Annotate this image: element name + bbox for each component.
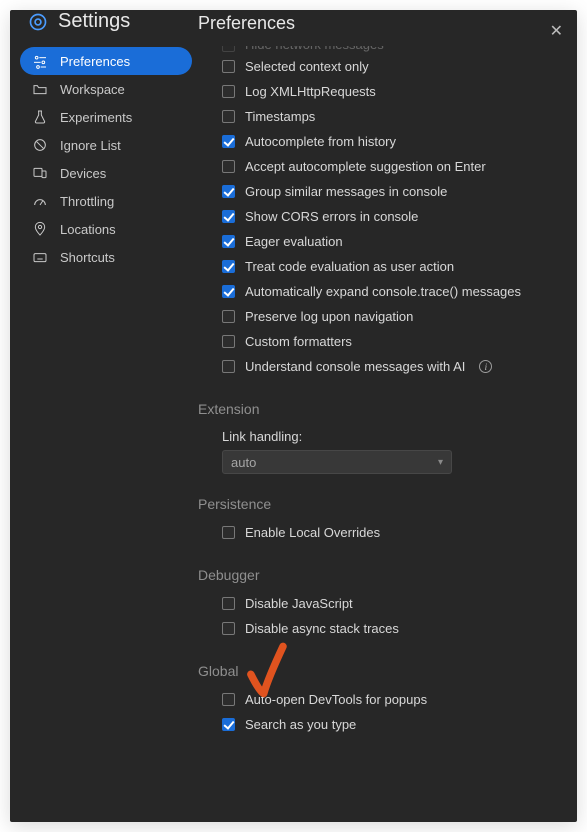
section-title-persistence: Persistence	[198, 496, 563, 512]
checkbox[interactable]	[222, 235, 235, 248]
field-label-link-handling: Link handling:	[198, 425, 563, 450]
option-label: Preserve log upon navigation	[245, 309, 413, 324]
sidebar-item-preferences[interactable]: Preferences	[20, 47, 192, 75]
option-row[interactable]: Eager evaluation	[198, 229, 563, 254]
option-row[interactable]: Log XMLHttpRequests	[198, 79, 563, 104]
sidebar-item-label: Throttling	[60, 194, 114, 209]
option-row[interactable]: Disable JavaScript	[198, 591, 563, 616]
option-label: Eager evaluation	[245, 234, 343, 249]
option-row[interactable]: Disable async stack traces	[198, 616, 563, 641]
sidebar-item-label: Ignore List	[60, 138, 121, 153]
sidebar-item-label: Devices	[60, 166, 106, 181]
sidebar-item-label: Experiments	[60, 110, 132, 125]
section-title-extension: Extension	[198, 401, 563, 417]
checkbox[interactable]	[222, 60, 235, 73]
sidebar-item-devices[interactable]: Devices	[20, 159, 192, 187]
link-handling-select[interactable]: auto ▾	[222, 450, 452, 474]
option-row[interactable]: Selected context only	[198, 54, 563, 79]
sidebar-item-label: Workspace	[60, 82, 125, 97]
option-row[interactable]: Auto-open DevTools for popups	[198, 687, 563, 712]
option-row[interactable]: Understand console messages with AI i	[198, 354, 563, 379]
option-row[interactable]: Treat code evaluation as user action	[198, 254, 563, 279]
shortcuts-icon	[32, 249, 48, 265]
chevron-down-icon: ▾	[438, 457, 443, 468]
option-row[interactable]: Group similar messages in console	[198, 179, 563, 204]
checkbox[interactable]	[222, 135, 235, 148]
locations-icon	[32, 221, 48, 237]
checkbox[interactable]	[222, 693, 235, 706]
checkbox[interactable]	[222, 210, 235, 223]
option-label: Timestamps	[245, 109, 315, 124]
option-label: Autocomplete from history	[245, 134, 396, 149]
checkbox[interactable]	[222, 597, 235, 610]
sidebar-item-label: Locations	[60, 222, 116, 237]
option-label: Disable async stack traces	[245, 621, 399, 636]
option-row[interactable]: Accept autocomplete suggestion on Enter	[198, 154, 563, 179]
throttling-icon	[32, 193, 48, 209]
option-label: Automatically expand console.trace() mes…	[245, 284, 521, 299]
page-subtitle: Preferences	[198, 10, 577, 34]
option-label: Accept autocomplete suggestion on Enter	[245, 159, 486, 174]
info-icon[interactable]: i	[479, 360, 492, 373]
devices-icon	[32, 165, 48, 181]
option-label: Search as you type	[245, 717, 356, 732]
checkbox[interactable]	[222, 310, 235, 323]
option-label: Treat code evaluation as user action	[245, 259, 454, 274]
close-icon[interactable]: ✕	[550, 24, 563, 40]
ignore-list-icon	[32, 137, 48, 153]
section-title-debugger: Debugger	[198, 567, 563, 583]
option-label: Enable Local Overrides	[245, 525, 380, 540]
preferences-icon	[32, 53, 48, 69]
option-row[interactable]: Autocomplete from history	[198, 129, 563, 154]
checkbox[interactable]	[222, 622, 235, 635]
sidebar-item-label: Preferences	[60, 54, 130, 69]
checkbox[interactable]	[222, 718, 235, 731]
option-label: Disable JavaScript	[245, 596, 353, 611]
sidebar-item-ignore-list[interactable]: Ignore List	[20, 131, 192, 159]
checkbox[interactable]	[222, 110, 235, 123]
checkbox[interactable]	[222, 335, 235, 348]
checkbox[interactable]	[222, 85, 235, 98]
option-row[interactable]: Hide network messages	[198, 46, 563, 54]
sidebar-item-shortcuts[interactable]: Shortcuts	[20, 243, 192, 271]
option-row[interactable]: Automatically expand console.trace() mes…	[198, 279, 563, 304]
checkbox[interactable]	[222, 260, 235, 273]
option-label: Selected context only	[245, 59, 369, 74]
preferences-scroll-area[interactable]: Hide network messages Selected context o…	[198, 46, 577, 822]
option-label: Auto-open DevTools for popups	[245, 692, 427, 707]
workspace-icon	[32, 81, 48, 97]
option-row[interactable]: Custom formatters	[198, 329, 563, 354]
option-label: Hide network messages	[245, 46, 384, 52]
option-label: Custom formatters	[245, 334, 352, 349]
checkbox[interactable]	[222, 160, 235, 173]
section-title-global: Global	[198, 663, 563, 679]
settings-title: Settings	[58, 10, 130, 33]
option-label: Understand console messages with AI	[245, 359, 465, 374]
option-label: Log XMLHttpRequests	[245, 84, 376, 99]
sidebar-item-experiments[interactable]: Experiments	[20, 103, 192, 131]
select-value: auto	[231, 455, 256, 470]
option-row[interactable]: Search as you type	[198, 712, 563, 737]
settings-gear-icon	[28, 12, 48, 32]
checkbox[interactable]	[222, 285, 235, 298]
option-label: Show CORS errors in console	[245, 209, 418, 224]
sidebar-item-label: Shortcuts	[60, 250, 115, 265]
sidebar-item-throttling[interactable]: Throttling	[20, 187, 192, 215]
sidebar-item-locations[interactable]: Locations	[20, 215, 192, 243]
checkbox[interactable]	[222, 360, 235, 373]
sidebar-nav: Preferences Workspace Experiments Ignore Li…	[14, 47, 198, 271]
checkbox[interactable]	[222, 46, 235, 52]
checkbox[interactable]	[222, 526, 235, 539]
option-label: Group similar messages in console	[245, 184, 447, 199]
experiments-icon	[32, 109, 48, 125]
sidebar-item-workspace[interactable]: Workspace	[20, 75, 192, 103]
option-row[interactable]: Show CORS errors in console	[198, 204, 563, 229]
checkbox[interactable]	[222, 185, 235, 198]
option-row[interactable]: Preserve log upon navigation	[198, 304, 563, 329]
option-row[interactable]: Enable Local Overrides	[198, 520, 563, 545]
option-row[interactable]: Timestamps	[198, 104, 563, 129]
